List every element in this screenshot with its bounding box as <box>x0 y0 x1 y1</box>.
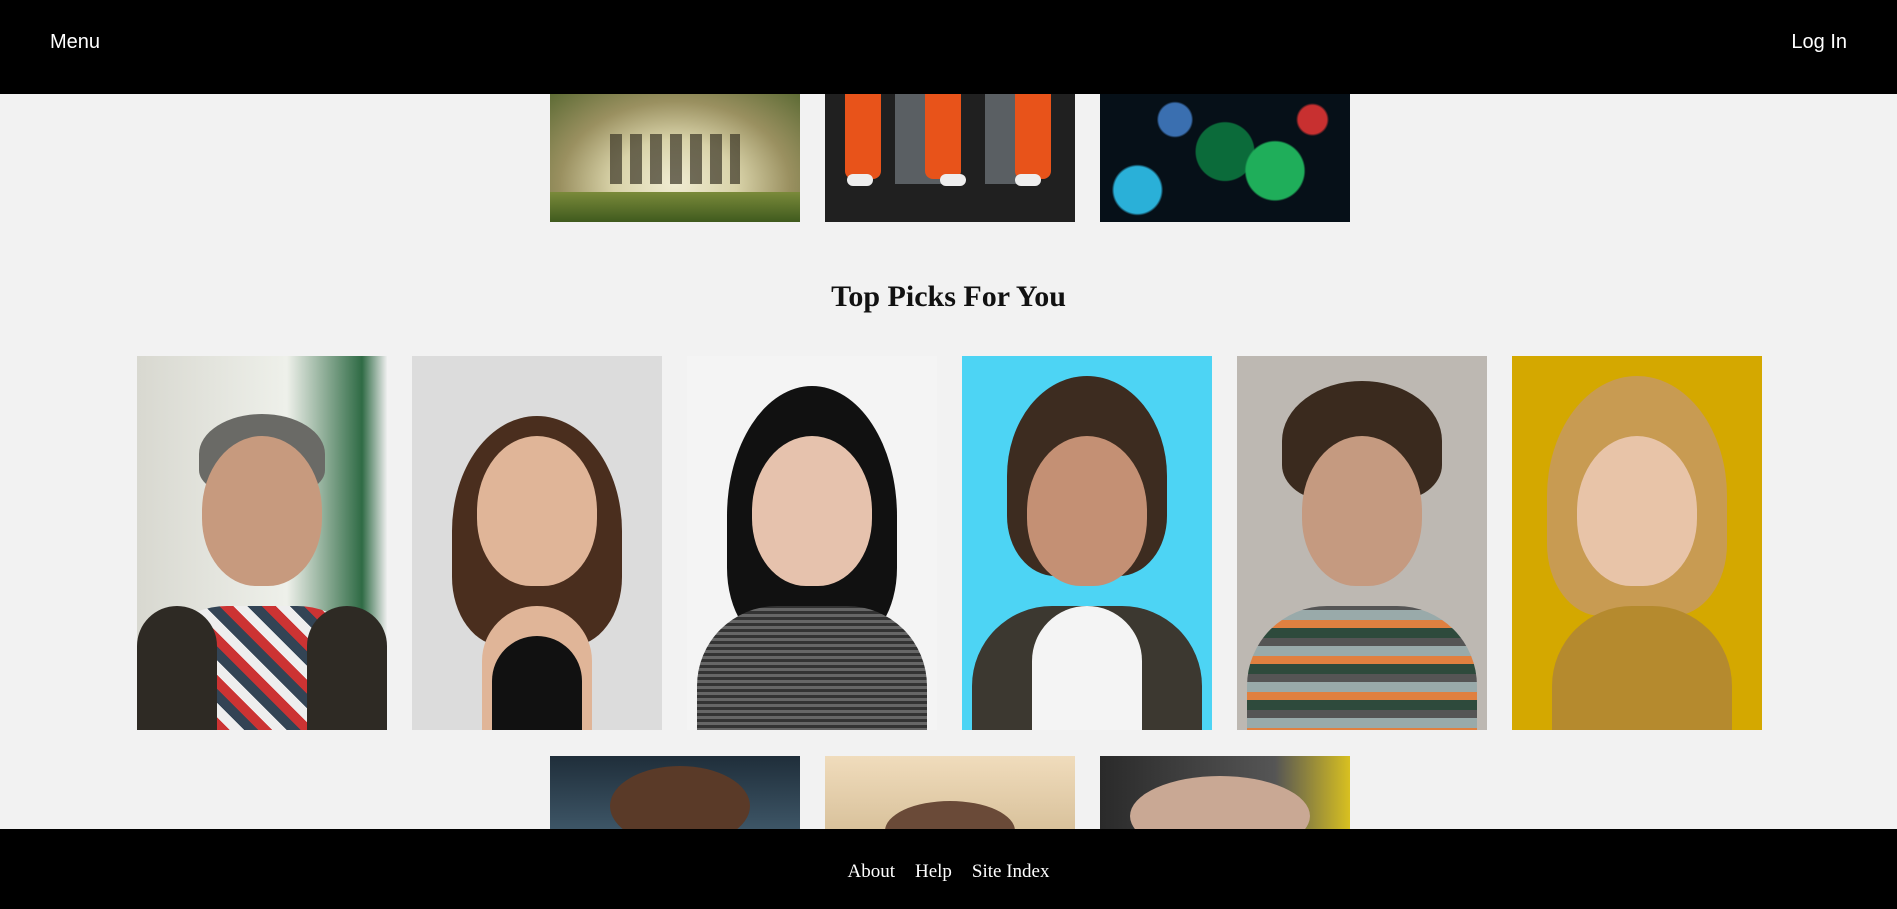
person-card[interactable] <box>412 356 662 730</box>
footer: About Help Site Index <box>0 829 1897 909</box>
menu-button[interactable]: Menu <box>50 31 100 54</box>
person-photo <box>697 606 927 730</box>
poster-art <box>847 174 873 186</box>
person-photo <box>1302 436 1422 586</box>
person-photo <box>1552 606 1732 730</box>
top-navigation-bar: Menu Log In <box>0 0 1897 94</box>
poster-art <box>925 94 961 179</box>
person-photo <box>307 606 387 730</box>
footer-link-about[interactable]: About <box>847 861 895 882</box>
person-photo <box>1577 436 1697 586</box>
login-button[interactable]: Log In <box>1791 31 1847 54</box>
poster-thumbnail[interactable] <box>825 94 1075 222</box>
footer-link-site-index[interactable]: Site Index <box>972 861 1050 882</box>
person-card[interactable] <box>1237 356 1487 730</box>
person-card[interactable] <box>962 356 1212 730</box>
person-photo <box>752 436 872 586</box>
poster-art <box>610 134 740 184</box>
person-photo <box>1247 606 1477 730</box>
person-photo <box>1027 436 1147 586</box>
person-photo <box>477 436 597 586</box>
person-thumbnail[interactable] <box>550 756 800 829</box>
person-thumbnail[interactable] <box>825 756 1075 829</box>
person-photo <box>137 606 217 730</box>
main-content: Top Picks For You <box>0 0 1897 909</box>
poster-art <box>550 192 800 222</box>
poster-thumbnail[interactable] <box>1100 94 1350 222</box>
person-thumbnail[interactable] <box>1100 756 1350 829</box>
person-photo <box>885 801 1015 829</box>
person-card[interactable] <box>137 356 387 730</box>
person-photo <box>492 636 582 730</box>
section-title: Top Picks For You <box>831 280 1066 313</box>
footer-link-help[interactable]: Help <box>915 861 952 882</box>
person-photo <box>1032 606 1142 730</box>
poster-art <box>1015 174 1041 186</box>
person-photo <box>202 436 322 586</box>
person-photo <box>610 766 750 829</box>
footer-links: About Help Site Index <box>0 861 1897 883</box>
poster-thumbnail[interactable] <box>550 94 800 222</box>
poster-art <box>940 174 966 186</box>
person-photo <box>1130 776 1310 829</box>
poster-art <box>1015 94 1051 179</box>
person-card[interactable] <box>687 356 937 730</box>
person-card[interactable] <box>1512 356 1762 730</box>
poster-art <box>845 94 881 179</box>
